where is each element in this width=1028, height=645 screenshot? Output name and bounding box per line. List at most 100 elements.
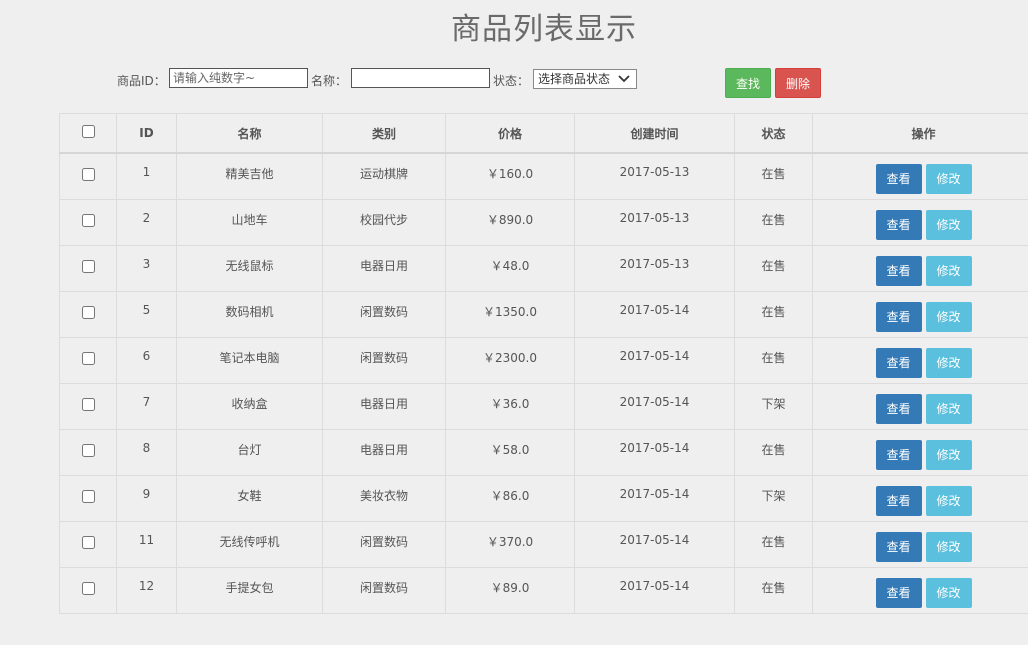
name-label: 名称： xyxy=(311,74,348,88)
cell-id: 2 xyxy=(116,198,177,246)
select-all-checkbox[interactable] xyxy=(81,125,95,138)
row-select-cell xyxy=(59,290,117,338)
table-row: 8 台灯 电器日用 ￥58.0 2017-05-14 在售 查看 修改 xyxy=(59,428,1028,476)
row-select-cell xyxy=(59,474,117,522)
row-select-cell xyxy=(59,428,117,476)
table-body: 1 精美吉他 运动棋牌 ￥160.0 2017-05-13 在售 查看 修改 2 山地车 校园代步 ￥… xyxy=(59,152,1028,614)
row-select-cell xyxy=(59,520,117,568)
cell-status: 在售 xyxy=(734,566,813,614)
edit-button[interactable]: 修改 xyxy=(925,485,972,516)
view-button[interactable]: 查看 xyxy=(875,439,922,470)
row-checkbox[interactable] xyxy=(81,489,95,503)
cell-category: 电器日用 xyxy=(322,244,446,292)
table-row: 11 无线传呼机 闲置数码 ￥370.0 2017-05-14 在售 查看 修改 xyxy=(59,520,1028,568)
table-row: 3 无线鼠标 电器日用 ￥48.0 2017-05-13 在售 查看 修改 xyxy=(59,244,1028,292)
row-select-cell xyxy=(59,198,117,246)
row-checkbox[interactable] xyxy=(81,305,95,319)
cell-actions: 查看 修改 xyxy=(812,290,1028,338)
row-checkbox[interactable] xyxy=(81,168,95,181)
view-button[interactable]: 查看 xyxy=(875,577,922,608)
cell-status: 在售 xyxy=(734,520,813,568)
view-button[interactable]: 查看 xyxy=(875,164,922,194)
edit-button[interactable]: 修改 xyxy=(925,164,972,194)
cell-id: 9 xyxy=(116,474,177,522)
cell-status: 在售 xyxy=(734,244,813,292)
cell-actions: 查看 修改 xyxy=(812,474,1028,522)
cell-id: 8 xyxy=(116,428,177,476)
cell-actions: 查看 修改 xyxy=(812,336,1028,384)
cell-name: 精美吉他 xyxy=(176,152,323,200)
cell-name: 无线传呼机 xyxy=(176,520,323,568)
cell-price: ￥890.0 xyxy=(445,198,575,246)
column-header-name: 名称 xyxy=(176,113,323,154)
view-button[interactable]: 查看 xyxy=(875,209,922,240)
product-table: ID 名称 类别 价格 创建时间 状态 操作 1 精美吉他 运动棋牌 ￥160.0 20… xyxy=(59,113,1028,614)
cell-id: 7 xyxy=(116,382,177,430)
row-checkbox[interactable] xyxy=(81,351,95,365)
cell-name: 女鞋 xyxy=(176,474,323,522)
row-checkbox[interactable] xyxy=(81,581,95,595)
cell-status: 下架 xyxy=(734,474,813,522)
view-button[interactable]: 查看 xyxy=(875,531,922,562)
table-row: 9 女鞋 美妆衣物 ￥86.0 2017-05-14 下架 查看 修改 xyxy=(59,474,1028,522)
table-row: 5 数码相机 闲置数码 ￥1350.0 2017-05-14 在售 查看 修改 xyxy=(59,290,1028,338)
product-id-input[interactable] xyxy=(169,68,308,88)
edit-button[interactable]: 修改 xyxy=(925,531,972,562)
delete-button[interactable]: 删除 xyxy=(775,68,821,98)
cell-status: 在售 xyxy=(734,290,813,338)
name-input[interactable] xyxy=(351,68,490,88)
edit-button[interactable]: 修改 xyxy=(925,255,972,286)
table-header-row: ID 名称 类别 价格 创建时间 状态 操作 xyxy=(59,113,1028,154)
cell-actions: 查看 修改 xyxy=(812,566,1028,614)
edit-button[interactable]: 修改 xyxy=(925,301,972,332)
search-button[interactable]: 查找 xyxy=(725,68,771,98)
edit-button[interactable]: 修改 xyxy=(925,393,972,424)
cell-category: 电器日用 xyxy=(322,382,446,430)
cell-price: ￥58.0 xyxy=(445,428,575,476)
view-button[interactable]: 查看 xyxy=(875,393,922,424)
row-select-cell xyxy=(59,566,117,614)
cell-name: 台灯 xyxy=(176,428,323,476)
cell-created: 2017-05-14 xyxy=(574,336,735,384)
cell-category: 电器日用 xyxy=(322,428,446,476)
select-all-cell xyxy=(59,113,117,154)
table-row: 6 笔记本电脑 闲置数码 ￥2300.0 2017-05-14 在售 查看 修改 xyxy=(59,336,1028,384)
filter-bar: 商品ID： 名称： 状态： 选择商品状态 查找 删除 xyxy=(0,0,1028,110)
status-select[interactable]: 选择商品状态 xyxy=(533,69,637,89)
cell-created: 2017-05-14 xyxy=(574,520,735,568)
status-label: 状态： xyxy=(493,74,530,88)
row-select-cell xyxy=(59,152,117,200)
view-button[interactable]: 查看 xyxy=(875,301,922,332)
cell-category: 闲置数码 xyxy=(322,566,446,614)
cell-category: 校园代步 xyxy=(322,198,446,246)
cell-status: 在售 xyxy=(734,152,813,200)
row-checkbox[interactable] xyxy=(81,443,95,457)
cell-created: 2017-05-14 xyxy=(574,382,735,430)
edit-button[interactable]: 修改 xyxy=(925,347,972,378)
edit-button[interactable]: 修改 xyxy=(925,439,972,470)
cell-actions: 查看 修改 xyxy=(812,520,1028,568)
edit-button[interactable]: 修改 xyxy=(925,209,972,240)
view-button[interactable]: 查看 xyxy=(875,347,922,378)
cell-price: ￥1350.0 xyxy=(445,290,575,338)
cell-created: 2017-05-13 xyxy=(574,244,735,292)
cell-created: 2017-05-14 xyxy=(574,290,735,338)
cell-id: 5 xyxy=(116,290,177,338)
cell-actions: 查看 修改 xyxy=(812,152,1028,200)
table-row: 7 收纳盒 电器日用 ￥36.0 2017-05-14 下架 查看 修改 xyxy=(59,382,1028,430)
row-checkbox[interactable] xyxy=(81,213,95,227)
row-checkbox[interactable] xyxy=(81,397,95,411)
column-header-status: 状态 xyxy=(734,113,813,154)
row-checkbox[interactable] xyxy=(81,259,95,273)
table-row: 12 手提女包 闲置数码 ￥89.0 2017-05-14 在售 查看 修改 xyxy=(59,566,1028,614)
cell-price: ￥86.0 xyxy=(445,474,575,522)
table-row: 2 山地车 校园代步 ￥890.0 2017-05-13 在售 查看 修改 xyxy=(59,198,1028,246)
column-header-id: ID xyxy=(116,113,177,154)
view-button[interactable]: 查看 xyxy=(875,255,922,286)
view-button[interactable]: 查看 xyxy=(875,485,922,516)
row-checkbox[interactable] xyxy=(81,535,95,549)
edit-button[interactable]: 修改 xyxy=(925,577,972,608)
cell-actions: 查看 修改 xyxy=(812,244,1028,292)
cell-category: 美妆衣物 xyxy=(322,474,446,522)
product-id-label: 商品ID： xyxy=(117,74,166,88)
